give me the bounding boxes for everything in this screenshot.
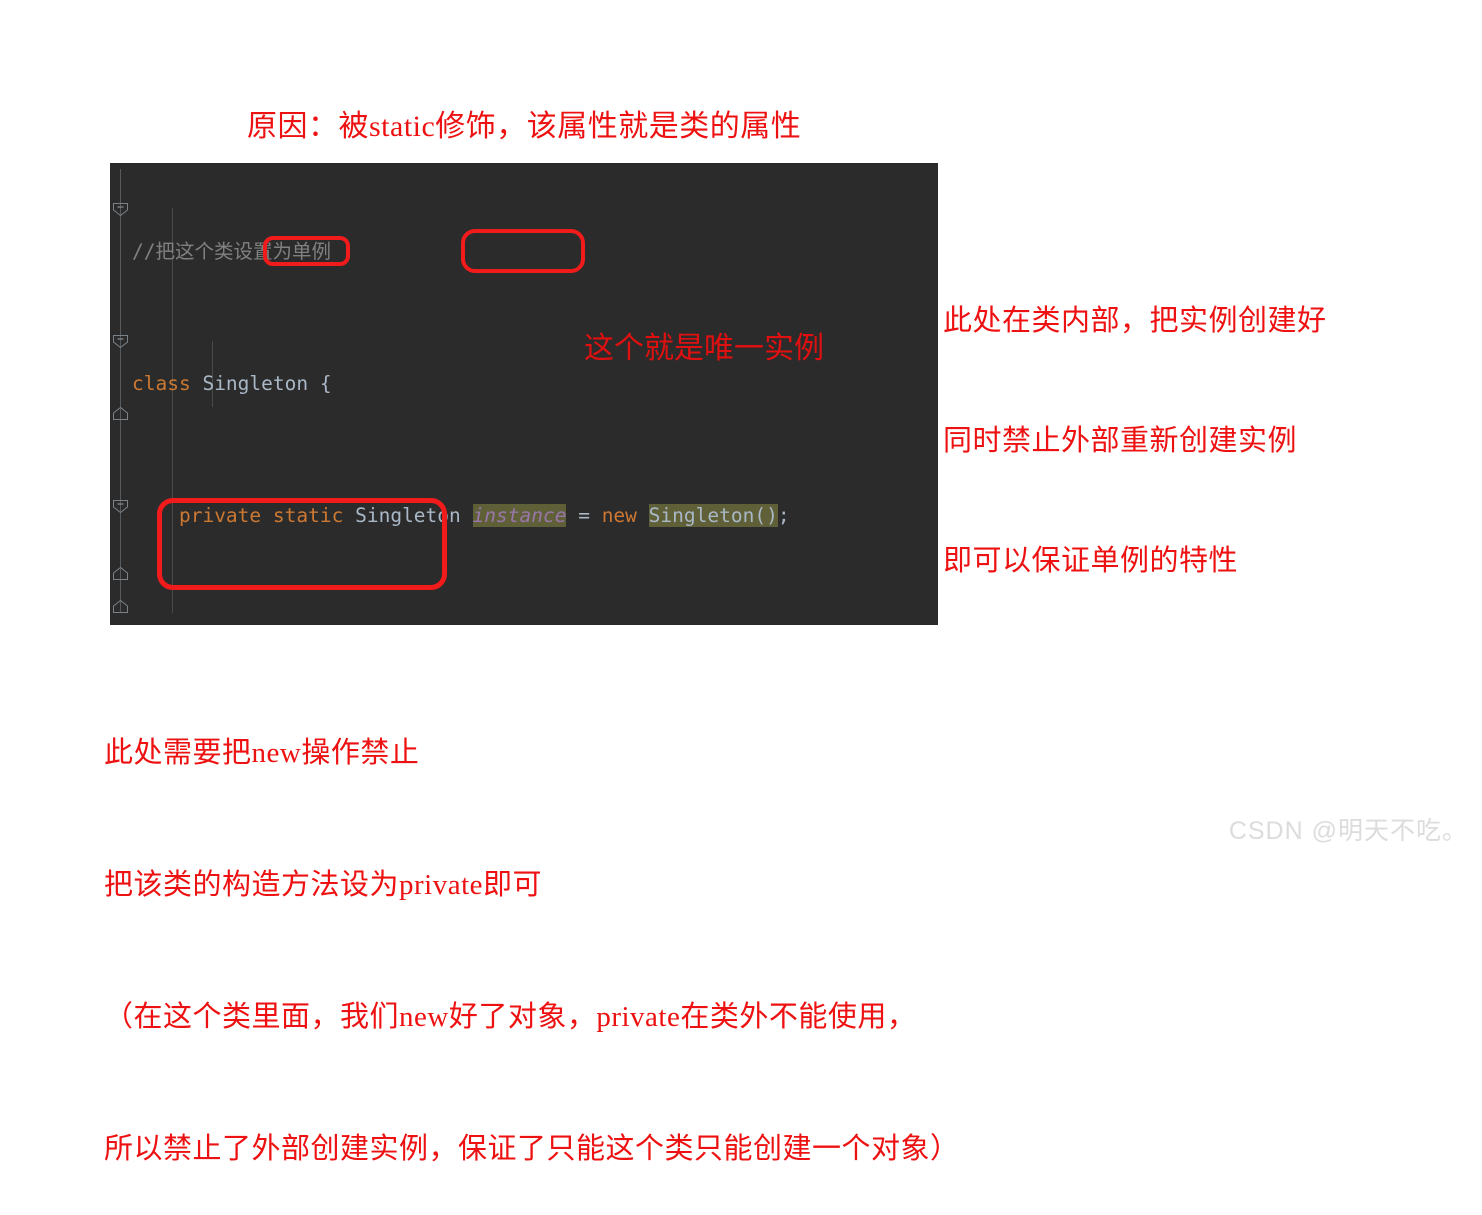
chevron-down-icon (113, 203, 128, 216)
annotation-right-line-2: 同时禁止外部重新创建实例 (943, 425, 1298, 457)
brace-open: { (308, 372, 332, 395)
annotation-bottom-line-2: 把该类的构造方法设为private即可 (104, 869, 543, 901)
code-line-1: //把这个类设置为单例 (132, 235, 938, 268)
annotation-bottom-line-1: 此处需要把new操作禁止 (104, 737, 420, 769)
constructor-call-singleton: Singleton() (648, 504, 778, 527)
type-singleton: Singleton (202, 372, 309, 395)
csdn-watermark: CSDN @明天不吃。 (1228, 817, 1468, 845)
type-singleton: Singleton (355, 504, 461, 527)
chevron-up-icon (113, 407, 128, 420)
keyword-new: new (601, 504, 637, 527)
field-instance: instance (472, 504, 567, 527)
fold-marker-collapse-getinstance[interactable] (113, 407, 128, 420)
fold-rail-segment (120, 215, 121, 495)
fold-marker-expanded-class[interactable] (113, 203, 128, 216)
chevron-up-icon (113, 567, 128, 580)
annotation-bottom: 此处需要把new操作禁止 把该类的构造方法设为private即可 （在这个类里面… (104, 643, 960, 1215)
annotation-right-line-3: 即可以保证单例的特性 (943, 545, 1239, 577)
code-gutter (110, 163, 132, 625)
annotation-bottom-line-3: （在这个类里面，我们new好了对象，private在类外不能使用， (104, 1001, 917, 1033)
chevron-down-icon (113, 500, 128, 513)
keyword-private: private (178, 504, 262, 527)
operator-assign: = (566, 504, 602, 527)
annotation-top-line-1: 原因：被static修饰，该属性就是类的属性 (247, 110, 802, 143)
annotation-right-line-1: 此处在类内部，把实例创建好 (943, 305, 1327, 337)
fold-marker-collapse-class[interactable] (113, 600, 128, 613)
code-comment-1: //把这个类设置为单例 (132, 240, 331, 263)
code-line-3: private static Singleton instance = new … (132, 499, 938, 532)
annotation-right: 此处在类内部，把实例创建好 同时禁止外部重新创建实例 即可以保证单例的特性 (943, 221, 1327, 621)
fold-marker-expanded-constructor[interactable] (113, 500, 128, 513)
code-editor-block: //把这个类设置为单例 class Singleton { private st… (110, 163, 938, 625)
chevron-up-icon (113, 600, 128, 613)
annotation-bottom-line-4: 所以禁止了外部创建实例，保证了只能这个类只能创建一个对象） (104, 1133, 960, 1165)
fold-marker-collapse-constructor[interactable] (113, 567, 128, 580)
keyword-class: class (132, 372, 191, 395)
keyword-static: static (272, 504, 344, 527)
fold-marker-expanded-getinstance[interactable] (113, 335, 128, 348)
semicolon: ; (777, 504, 790, 527)
code-text: //把这个类设置为单例 class Singleton { private st… (132, 163, 938, 625)
chevron-down-icon (113, 335, 128, 348)
code-line-2: class Singleton { (132, 367, 938, 400)
annotation-unique-instance: 这个就是唯一实例 (584, 332, 824, 365)
